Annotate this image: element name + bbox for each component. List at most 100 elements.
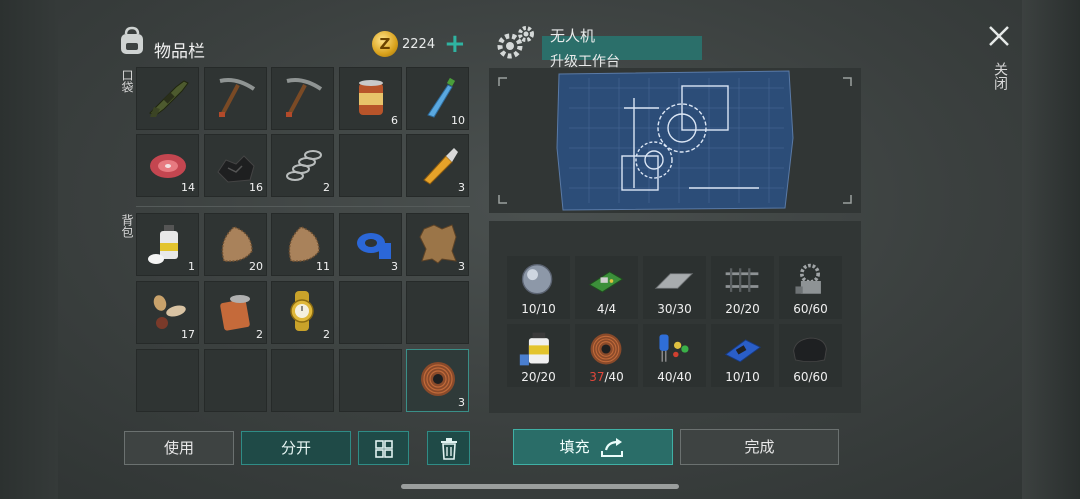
pocket-slot[interactable]: 16	[204, 134, 267, 197]
need-count: /20	[536, 370, 556, 384]
inventory-title: 物品栏	[154, 42, 205, 62]
have-count: 20	[725, 302, 741, 316]
duct-tape-icon	[357, 233, 391, 259]
copper-wire-icon	[590, 333, 622, 365]
canned-food-icon	[359, 80, 383, 115]
need-count: /60	[808, 302, 828, 316]
backpack-slot[interactable]: 1	[136, 213, 199, 276]
requirement-slot[interactable]: 60/60	[779, 256, 842, 319]
item-count: 20	[249, 260, 263, 273]
requirement-count: 20/20	[711, 302, 774, 316]
need-count: /4	[604, 302, 617, 316]
seeds-icon	[153, 295, 186, 329]
have-count: 60	[793, 302, 809, 316]
need-count: /30	[672, 302, 692, 316]
requirement-slot[interactable]: 20/20	[711, 256, 774, 319]
requirement-slot[interactable]: 40/40	[643, 324, 706, 387]
requirement-slot[interactable]: 10/10	[507, 256, 570, 319]
pocket-slot[interactable]	[271, 67, 334, 130]
requirement-count: 4/4	[575, 302, 638, 316]
item-count: 11	[316, 260, 330, 273]
item-count: 2	[256, 328, 263, 341]
pocket-slot[interactable]: 2	[271, 134, 334, 197]
have-count: 37	[589, 370, 605, 384]
backpack-slot[interactable]: 11	[271, 213, 334, 276]
pocket-slot[interactable]	[136, 67, 199, 130]
backpack-icon	[118, 26, 146, 56]
raw-meat-icon	[150, 154, 186, 178]
coal-icon	[217, 155, 255, 183]
done-button[interactable]: 完成	[680, 429, 839, 465]
circuit-board-icon	[588, 271, 624, 293]
mechanism-icon	[795, 263, 821, 294]
close-label[interactable]: 关闭	[990, 62, 1010, 90]
have-count: 60	[793, 370, 809, 384]
sort-button[interactable]	[358, 431, 409, 465]
backpack-slot[interactable]: 2	[204, 281, 267, 344]
backpack-slot[interactable]	[339, 281, 402, 344]
have-count: 40	[657, 370, 673, 384]
need-count: /10	[740, 370, 760, 384]
pocket-slot[interactable]	[339, 134, 402, 197]
backpack-slot[interactable]: 3	[406, 213, 469, 276]
pocket-label: 口袋	[120, 69, 134, 93]
use-button[interactable]: 使用	[124, 431, 234, 465]
pocket-slot[interactable]: 3	[406, 134, 469, 197]
spray-can-icon	[148, 225, 178, 264]
backpack-slot[interactable]: 20	[204, 213, 267, 276]
pocket-slot[interactable]	[204, 67, 267, 130]
need-count: /20	[740, 302, 760, 316]
requirement-count: 37/40	[575, 370, 638, 384]
spring-icon	[286, 150, 322, 181]
backpack-slot[interactable]: 2	[271, 281, 334, 344]
requirement-count: 60/60	[779, 302, 842, 316]
backpack-slot[interactable]	[406, 281, 469, 344]
fill-icon	[594, 437, 626, 457]
item-count: 3	[391, 260, 398, 273]
requirement-slot[interactable]: 20/20	[507, 324, 570, 387]
requirement-count: 30/30	[643, 302, 706, 316]
requirement-slot[interactable]: 37/40	[575, 324, 638, 387]
close-icon[interactable]	[987, 24, 1011, 48]
wristwatch-icon	[290, 291, 314, 331]
pocket-slot[interactable]: 10	[406, 67, 469, 130]
right-edge	[1022, 0, 1080, 499]
requirement-count: 10/10	[507, 302, 570, 316]
backpack-label: 背包	[120, 214, 134, 238]
backpack-slot[interactable]	[271, 349, 334, 412]
backpack-slot[interactable]	[136, 349, 199, 412]
need-count: /60	[808, 370, 828, 384]
split-button[interactable]: 分开	[241, 431, 351, 465]
fur-icon	[288, 226, 320, 263]
requirement-slot[interactable]: 30/30	[643, 256, 706, 319]
requirement-slot[interactable]: 60/60	[779, 324, 842, 387]
requirement-slot[interactable]: 10/10	[711, 324, 774, 387]
blueprint-image	[498, 70, 852, 211]
backpack-slot[interactable]: 17	[136, 281, 199, 344]
left-edge	[0, 0, 58, 499]
metal-plate-icon	[654, 273, 694, 289]
backpack-slot[interactable]: 3	[339, 213, 402, 276]
pickaxe-icon	[286, 78, 323, 117]
item-count: 6	[391, 114, 398, 127]
backpack-slot[interactable]: 3	[406, 349, 469, 412]
item-count: 2	[323, 328, 330, 341]
home-indicator	[401, 484, 679, 489]
backpack-slot[interactable]	[339, 349, 402, 412]
fill-button-label: 填充	[559, 438, 590, 456]
pickaxe-icon	[219, 78, 256, 117]
water-bottle-icon	[427, 77, 456, 118]
pocket-slot[interactable]: 6	[339, 67, 402, 130]
trash-icon	[440, 437, 458, 460]
requirement-count: 20/20	[507, 370, 570, 384]
backpack-slot[interactable]	[204, 349, 267, 412]
glue-icon	[423, 148, 458, 185]
pocket-slot[interactable]: 14	[136, 134, 199, 197]
workbench-name: 无人机	[550, 27, 596, 45]
requirement-slot[interactable]: 4/4	[575, 256, 638, 319]
rails-icon	[725, 268, 759, 292]
have-count: 10	[521, 302, 537, 316]
trash-button[interactable]	[427, 431, 470, 465]
fill-button[interactable]: 填充	[513, 429, 673, 465]
add-coins-button[interactable]: +	[444, 31, 466, 57]
